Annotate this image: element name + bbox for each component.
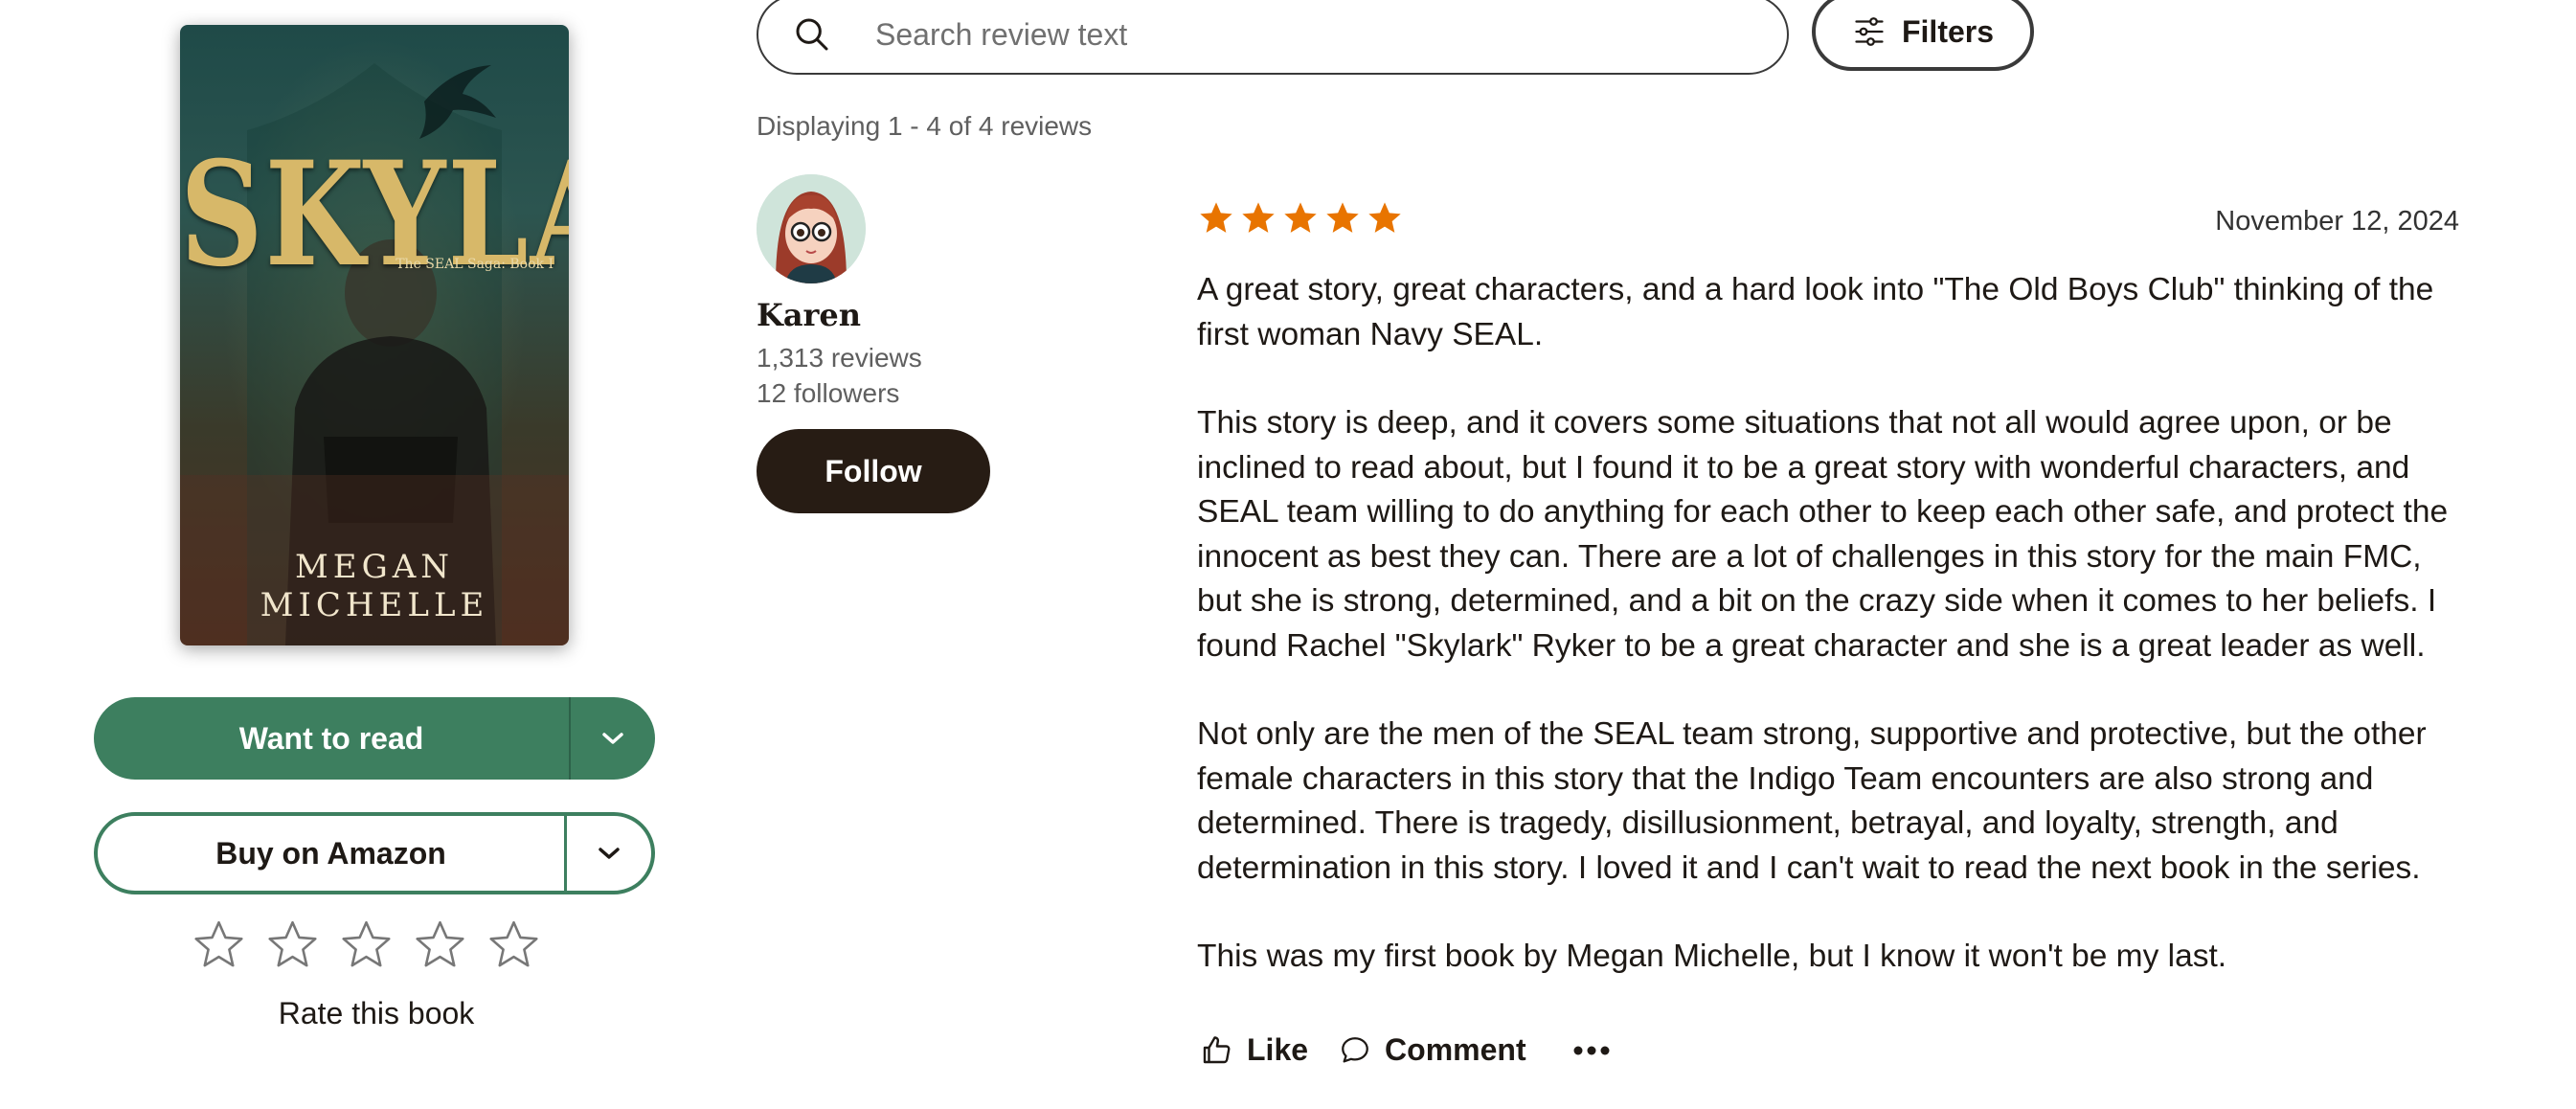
review-paragraph: This was my first book by Megan Michelle…: [1197, 939, 2227, 974]
rate-this-book-label: Rate this book: [278, 996, 475, 1030]
reviewer-reviews-count: 1,313 reviews: [757, 343, 922, 373]
search-icon: [796, 18, 828, 51]
filters-label: Filters: [1901, 13, 1995, 49]
star-filled-icon: [1326, 202, 1359, 233]
buy-options-dropdown-button[interactable]: [564, 816, 651, 891]
search-placeholder: Search review text: [875, 16, 1128, 52]
like-label: Like: [1247, 1032, 1309, 1067]
cover-subtitle: The SEAL Saga: Book I: [395, 257, 554, 272]
filters-button[interactable]: Filters: [1812, 0, 2034, 71]
more-dots-icon: [1573, 1046, 1610, 1054]
review-actions: Like Comment: [1199, 1032, 1611, 1068]
rate-star-3[interactable]: [339, 917, 394, 972]
review-date[interactable]: November 12, 2024: [2011, 206, 2459, 238]
thumbs-up-icon: [1203, 1035, 1231, 1063]
star-filled-icon: [1242, 202, 1275, 233]
sliders-icon: [1855, 17, 1884, 46]
more-options-button[interactable]: [1572, 1044, 1611, 1057]
want-to-read-button-group: Want to read: [94, 697, 655, 780]
rate-star-5[interactable]: [486, 917, 541, 972]
comment-label: Comment: [1385, 1032, 1526, 1067]
shelf-dropdown-button[interactable]: [569, 697, 655, 780]
reviewer-name[interactable]: Karen: [757, 297, 861, 333]
like-button[interactable]: Like: [1199, 1032, 1308, 1068]
follow-button[interactable]: Follow: [757, 429, 990, 513]
star-filled-icon: [1284, 202, 1317, 233]
reviewer-avatar-image: [757, 174, 866, 283]
review-paragraph: This story is deep, and it covers some s…: [1197, 405, 2449, 664]
book-cover[interactable]: SKYLARK The SEAL Saga: Book I MEGAN MICH…: [180, 25, 569, 645]
want-to-read-button[interactable]: Want to read: [94, 697, 569, 780]
comment-button[interactable]: Comment: [1339, 1032, 1526, 1068]
speech-bubble-icon: [1342, 1036, 1368, 1062]
star-filled-icon: [1368, 202, 1401, 233]
chevron-down-icon: [602, 733, 623, 744]
rate-star-2[interactable]: [265, 917, 320, 972]
avatar[interactable]: [757, 174, 866, 283]
star-filled-icon: [1200, 202, 1232, 233]
rate-this-book-stars: [192, 917, 541, 972]
search-review-input[interactable]: Search review text: [757, 0, 1789, 75]
cover-title: SKYLARK: [180, 130, 569, 300]
chevron-down-icon: [599, 848, 620, 859]
review-paragraph: Not only are the men of the SEAL team st…: [1197, 716, 2427, 886]
buy-on-amazon-button[interactable]: Buy on Amazon: [98, 816, 564, 891]
buy-button-group: Buy on Amazon: [94, 812, 655, 894]
rate-star-1[interactable]: [192, 917, 246, 972]
review-rating-stars: [1197, 199, 1404, 238]
results-count: Displaying 1 - 4 of 4 reviews: [757, 111, 1093, 141]
cover-author: MEGAN MICHELLE: [260, 548, 489, 624]
review-paragraph: A great story, great characters, and a h…: [1197, 272, 2434, 352]
reviewer-followers-count: 12 followers: [757, 378, 900, 408]
review-text: A great story, great characters, and a h…: [1197, 268, 2461, 1024]
rate-star-4[interactable]: [413, 917, 467, 972]
